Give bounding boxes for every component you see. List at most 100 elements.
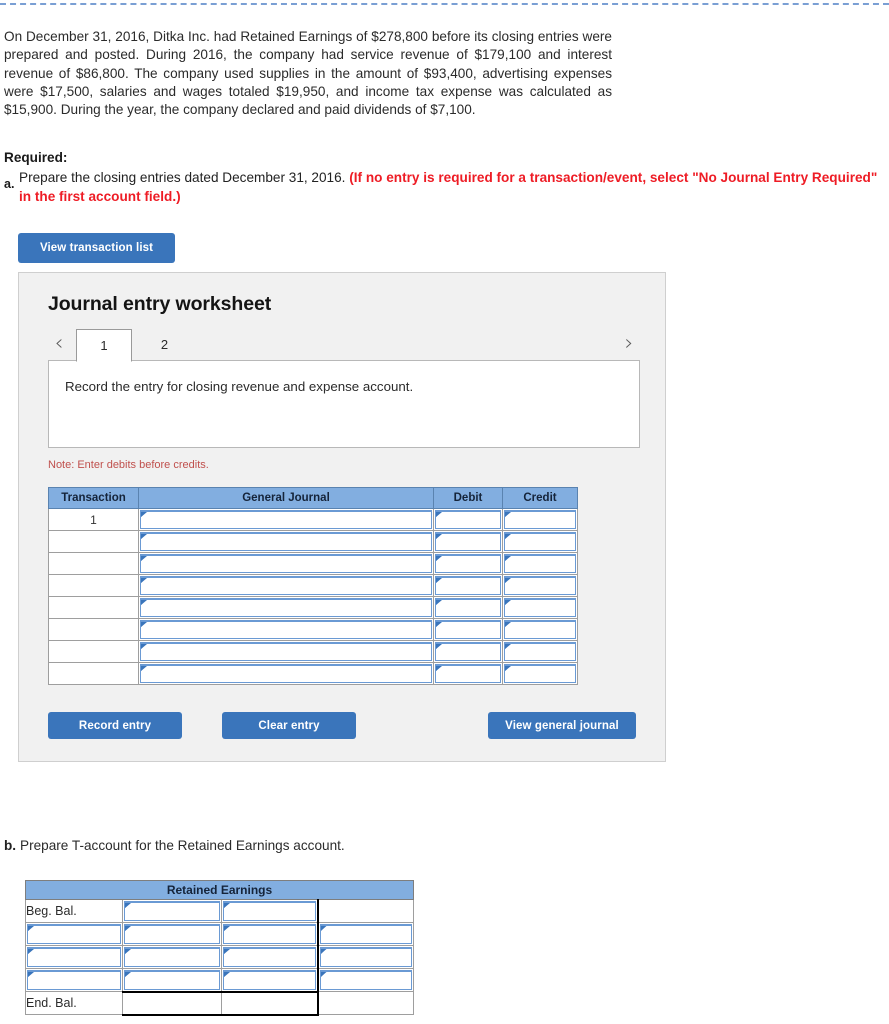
transaction-number-cell (48, 574, 139, 597)
account-select-field[interactable] (140, 598, 432, 617)
t-credit-input[interactable] (223, 901, 316, 921)
debit-cell[interactable] (433, 618, 503, 641)
account-select-field[interactable] (140, 510, 432, 529)
t-label-input[interactable] (27, 947, 121, 967)
part-a-instruction-text: Prepare the closing entries dated Decemb… (19, 170, 350, 185)
debit-input[interactable] (435, 510, 501, 529)
journal-entry-table: Transaction General Journal Debit Credit… (48, 487, 578, 685)
worksheet-title: Journal entry worksheet (48, 293, 272, 315)
t-account-debit-cell[interactable] (122, 899, 222, 923)
account-select-field[interactable] (140, 620, 432, 639)
t-account-debit-cell[interactable] (122, 922, 222, 946)
debit-input[interactable] (435, 598, 501, 617)
debit-input[interactable] (435, 642, 501, 661)
credit-input[interactable] (504, 642, 576, 661)
t-credit-input[interactable] (223, 970, 316, 990)
debit-cell[interactable] (433, 530, 503, 553)
t-extra-input[interactable] (319, 924, 412, 944)
next-entry-chevron-icon[interactable]: › (618, 329, 640, 359)
debit-cell[interactable] (433, 640, 503, 663)
debit-input[interactable] (435, 664, 501, 683)
page-top-divider (0, 3, 889, 5)
credit-cell[interactable] (502, 552, 578, 575)
t-label-input[interactable] (27, 970, 121, 990)
account-select-field[interactable] (140, 554, 432, 573)
t-account-credit-cell[interactable] (221, 968, 319, 992)
debit-input[interactable] (435, 532, 501, 551)
part-b-instruction: Prepare T-account for the Retained Earni… (20, 838, 345, 853)
table-row: 1 (48, 508, 578, 531)
debit-cell[interactable] (433, 508, 503, 531)
debit-input[interactable] (435, 554, 501, 573)
debit-input[interactable] (435, 620, 501, 639)
t-account-extra-cell[interactable] (317, 922, 414, 946)
account-select-field[interactable] (140, 532, 432, 551)
record-entry-button[interactable]: Record entry (48, 712, 182, 739)
t-debit-input[interactable] (124, 924, 220, 944)
t-debit-input[interactable] (124, 901, 220, 921)
credit-cell[interactable] (502, 618, 578, 641)
general-journal-cell[interactable] (138, 640, 434, 663)
credit-input[interactable] (504, 554, 576, 573)
credit-input[interactable] (504, 620, 576, 639)
credit-cell[interactable] (502, 640, 578, 663)
table-row (25, 968, 414, 992)
t-account-credit-cell[interactable] (221, 922, 319, 946)
t-credit-input[interactable] (223, 924, 316, 944)
account-select-field[interactable] (140, 664, 432, 683)
t-label-input[interactable] (27, 924, 121, 944)
t-account-debit-cell[interactable] (122, 968, 222, 992)
credit-cell[interactable] (502, 508, 578, 531)
general-journal-cell[interactable] (138, 574, 434, 597)
t-account-title: Retained Earnings (25, 880, 414, 900)
credit-cell[interactable] (502, 530, 578, 553)
account-select-field[interactable] (140, 642, 432, 661)
t-account-row-label-cell[interactable] (25, 922, 123, 946)
t-account-extra-cell (317, 899, 414, 923)
t-account-row-label-cell[interactable] (25, 968, 123, 992)
tab-entry-1[interactable]: 1 (76, 329, 132, 362)
table-row (25, 945, 414, 969)
general-journal-cell[interactable] (138, 552, 434, 575)
debit-cell[interactable] (433, 574, 503, 597)
debit-cell[interactable] (433, 662, 503, 685)
t-credit-input[interactable] (223, 947, 316, 967)
t-account-extra-cell[interactable] (317, 945, 414, 969)
t-extra-input[interactable] (319, 970, 412, 990)
general-journal-cell[interactable] (138, 530, 434, 553)
t-debit-input[interactable] (124, 970, 220, 990)
tab-entry-2[interactable]: 2 (140, 329, 189, 362)
clear-entry-button[interactable]: Clear entry (222, 712, 356, 739)
t-extra-input[interactable] (319, 947, 412, 967)
credit-input[interactable] (504, 664, 576, 683)
credit-cell[interactable] (502, 574, 578, 597)
t-account-extra-cell[interactable] (317, 968, 414, 992)
t-debit-input[interactable] (124, 947, 220, 967)
t-account-credit-cell[interactable] (221, 945, 319, 969)
view-general-journal-button[interactable]: View general journal (488, 712, 636, 739)
t-account-credit-cell[interactable] (221, 899, 319, 923)
general-journal-cell[interactable] (138, 508, 434, 531)
t-account-debit-cell[interactable] (122, 945, 222, 969)
credit-input[interactable] (504, 532, 576, 551)
t-account-ending-debit-cell (122, 990, 222, 1016)
debit-input[interactable] (435, 576, 501, 595)
debit-cell[interactable] (433, 596, 503, 619)
credit-input[interactable] (504, 598, 576, 617)
general-journal-cell[interactable] (138, 618, 434, 641)
credit-cell[interactable] (502, 596, 578, 619)
table-row (48, 618, 578, 641)
transaction-number-cell (48, 552, 139, 575)
previous-entry-chevron-icon[interactable]: ‹ (48, 329, 70, 359)
column-header-transaction: Transaction (48, 487, 139, 509)
credit-input[interactable] (504, 576, 576, 595)
general-journal-cell[interactable] (138, 596, 434, 619)
account-select-field[interactable] (140, 576, 432, 595)
view-transaction-list-button[interactable]: View transaction list (18, 233, 175, 263)
general-journal-cell[interactable] (138, 662, 434, 685)
credit-cell[interactable] (502, 662, 578, 685)
t-account-row-label-cell[interactable] (25, 945, 123, 969)
debit-cell[interactable] (433, 552, 503, 575)
transaction-number-cell: 1 (48, 508, 139, 531)
credit-input[interactable] (504, 510, 576, 529)
